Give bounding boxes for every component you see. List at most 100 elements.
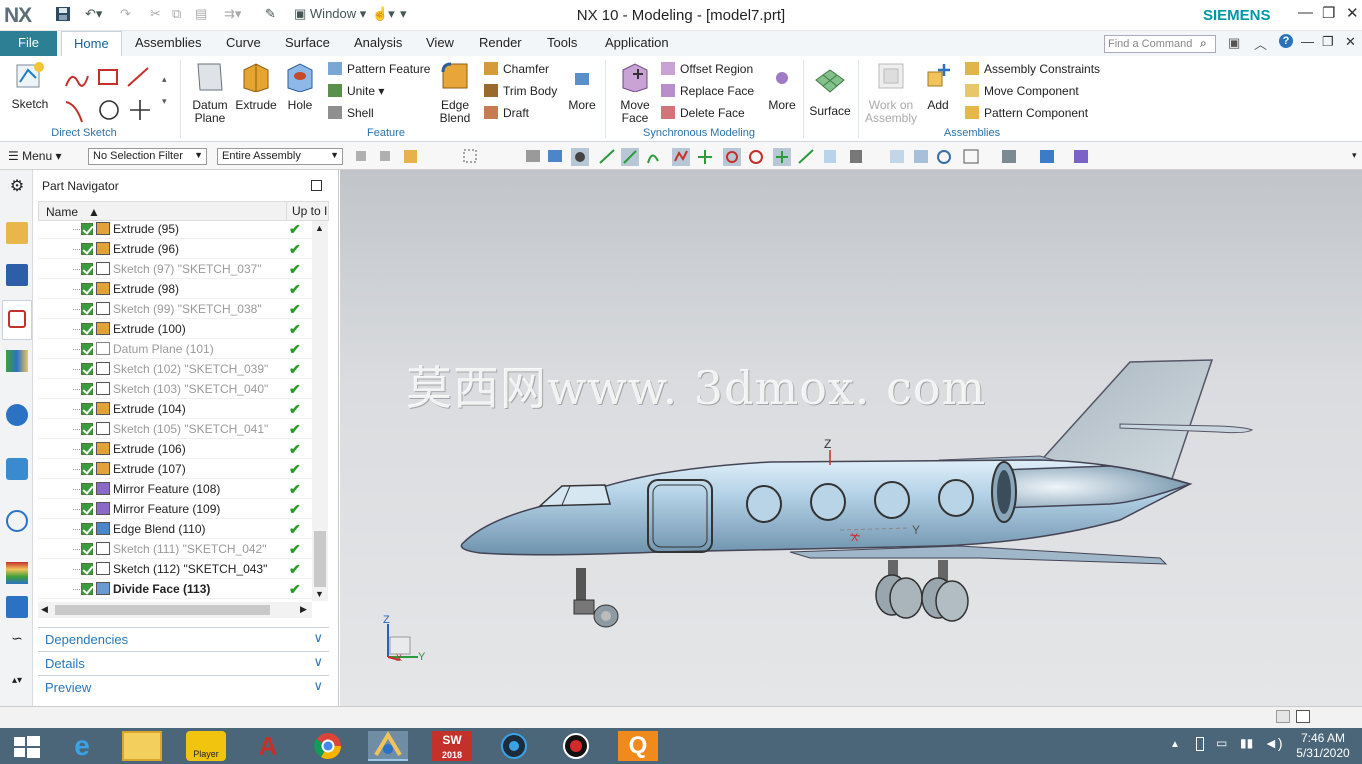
doc-restore-icon[interactable]: ❐ — [1322, 34, 1334, 50]
tab-analysis[interactable]: Analysis — [354, 31, 402, 56]
feature-row[interactable]: Extrude (106) ✔ — [38, 439, 321, 459]
acrobat-icon[interactable]: A — [248, 731, 288, 761]
unite-button[interactable]: Unite ▾ — [328, 84, 384, 98]
recorder-icon[interactable] — [556, 731, 596, 761]
history-icon[interactable] — [6, 458, 28, 480]
shell-button[interactable]: Shell — [328, 106, 374, 120]
navigator-hscrollbar[interactable]: ◀ ▶ — [38, 602, 312, 618]
vscroll-thumb[interactable] — [314, 531, 326, 587]
battery-icon[interactable] — [1196, 737, 1204, 751]
delete-face-button[interactable]: Delete Face — [661, 106, 745, 120]
volume-icon[interactable]: ◄) — [1264, 735, 1283, 751]
network-icon[interactable]: ▮▮ — [1240, 736, 1253, 750]
doc-close-icon[interactable]: ✕ — [1345, 34, 1356, 50]
full-screen-icon[interactable] — [1296, 710, 1310, 723]
aircraft-model[interactable]: Z Y X Z Y X — [340, 170, 1362, 706]
draft-button[interactable]: Draft — [484, 106, 529, 120]
feature-row[interactable]: Edge Blend (110) ✔ — [38, 519, 321, 539]
feature-row[interactable]: Mirror Feature (108) ✔ — [38, 479, 321, 499]
extrude-button[interactable]: Extrude — [234, 60, 278, 112]
selection-filter-dropdown[interactable]: No Selection Filter ▼ — [88, 148, 207, 165]
feature-checkbox[interactable] — [81, 303, 93, 315]
constraint-navigator-icon[interactable] — [6, 264, 28, 286]
surface-button[interactable]: Surface — [808, 66, 852, 118]
feature-checkbox[interactable] — [81, 423, 93, 435]
scroll-right-icon[interactable]: ▶ — [300, 604, 307, 615]
collapse-ribbon-icon[interactable]: ︿ — [1254, 34, 1267, 53]
feature-row[interactable]: Sketch (103) "SKETCH_040" ✔ — [38, 379, 321, 399]
preview-panel[interactable]: Preview ∨ — [38, 675, 329, 698]
show-hidden-icons-icon[interactable]: ▲ — [1170, 739, 1180, 750]
feature-row[interactable]: Sketch (99) "SKETCH_038" ✔ — [38, 299, 321, 319]
clock-history-icon[interactable] — [6, 510, 28, 532]
dependencies-panel[interactable]: Dependencies ∨ — [38, 627, 329, 650]
pattern-component-button[interactable]: Pattern Component — [965, 106, 1088, 120]
feature-more-button[interactable]: More — [564, 68, 600, 112]
assembly-navigator-icon[interactable] — [6, 222, 28, 244]
sketch-button[interactable]: Sketch — [8, 60, 52, 111]
restore-icon[interactable]: ❐ — [1322, 4, 1335, 22]
feature-row[interactable]: Sketch (102) "SKETCH_039" ✔ — [38, 359, 321, 379]
feature-checkbox[interactable] — [81, 363, 93, 375]
assembly-constraints-button[interactable]: Assembly Constraints — [965, 62, 1100, 76]
status-toggle-icon[interactable] — [1276, 710, 1290, 723]
keyshot-icon[interactable] — [494, 731, 534, 761]
toolbar-overflow-icon[interactable]: ▾ — [1352, 150, 1357, 161]
reuse-library-icon[interactable] — [6, 350, 28, 372]
tab-application[interactable]: Application — [605, 31, 669, 56]
feature-checkbox[interactable] — [81, 463, 93, 475]
feature-row[interactable]: Sketch (112) "SKETCH_043" ✔ — [38, 559, 321, 579]
web-browser-icon[interactable] — [6, 404, 28, 426]
hscroll-thumb[interactable] — [55, 605, 270, 615]
offset-region-button[interactable]: Offset Region — [661, 62, 753, 76]
feature-row[interactable]: Extrude (95) ✔ — [38, 219, 321, 239]
quick-app-icon[interactable]: Q — [618, 731, 658, 761]
strip-scroll-icon[interactable]: ▴▾ — [6, 675, 28, 697]
hole-button[interactable]: Hole — [280, 60, 320, 112]
feature-checkbox[interactable] — [81, 263, 93, 275]
maximize-navigator-icon[interactable] — [311, 180, 322, 191]
feature-checkbox[interactable] — [81, 323, 93, 335]
visual-report-icon[interactable] — [6, 562, 28, 584]
feature-row[interactable]: Extrude (107) ✔ — [38, 459, 321, 479]
edge-blend-button[interactable]: Edge Blend — [432, 60, 478, 125]
settings-gear-icon[interactable]: ⚙ — [6, 176, 28, 198]
feature-row[interactable]: Divide Face (113) ✔ — [38, 579, 321, 599]
tab-assemblies[interactable]: Assemblies — [135, 31, 201, 56]
move-face-button[interactable]: Move Face — [614, 60, 656, 125]
feature-row[interactable]: Mirror Feature (109) ✔ — [38, 499, 321, 519]
feature-row[interactable]: Sketch (97) "SKETCH_037" ✔ — [38, 259, 321, 279]
feature-checkbox[interactable] — [81, 563, 93, 575]
help-icon[interactable]: ? — [1279, 34, 1293, 48]
move-component-button[interactable]: Move Component — [965, 84, 1079, 98]
feature-checkbox[interactable] — [81, 523, 93, 535]
feature-row[interactable]: Sketch (105) "SKETCH_041" ✔ — [38, 419, 321, 439]
details-panel[interactable]: Details ∨ — [38, 651, 329, 674]
feature-checkbox[interactable] — [81, 543, 93, 555]
pattern-feature-button[interactable]: Pattern Feature — [328, 62, 430, 76]
replace-face-button[interactable]: Replace Face — [661, 84, 754, 98]
player-app-icon[interactable]: Player — [186, 731, 226, 761]
internet-explorer-icon[interactable]: e — [62, 731, 102, 761]
feature-row[interactable]: Extrude (96) ✔ — [38, 239, 321, 259]
windows-start-icon[interactable] — [6, 731, 46, 761]
tab-file[interactable]: File — [0, 31, 57, 56]
part-navigator-tab[interactable] — [2, 300, 32, 340]
feature-row[interactable]: Datum Plane (101) ✔ — [38, 339, 321, 359]
action-center-icon[interactable]: ▭ — [1216, 736, 1227, 750]
navigator-vscrollbar[interactable]: ▲ ▼ — [312, 221, 328, 601]
nx-taskbar-icon[interactable] — [368, 731, 408, 761]
scroll-down-icon[interactable]: ▼ — [315, 589, 324, 599]
selection-scope-dropdown[interactable]: Entire Assembly ▼ — [217, 148, 343, 165]
feature-checkbox[interactable] — [81, 343, 93, 355]
feature-checkbox[interactable] — [81, 283, 93, 295]
chrome-icon[interactable] — [308, 731, 348, 761]
add-component-button[interactable]: Add — [920, 60, 956, 112]
minimize-icon[interactable]: — — [1298, 4, 1313, 21]
feature-row[interactable]: Extrude (100) ✔ — [38, 319, 321, 339]
scroll-left-icon[interactable]: ◀ — [41, 604, 48, 615]
feature-checkbox[interactable] — [81, 583, 93, 595]
tab-home[interactable]: Home — [61, 31, 122, 56]
tab-tools[interactable]: Tools — [547, 31, 577, 56]
system-scene-icon[interactable]: ∽ — [6, 630, 28, 652]
